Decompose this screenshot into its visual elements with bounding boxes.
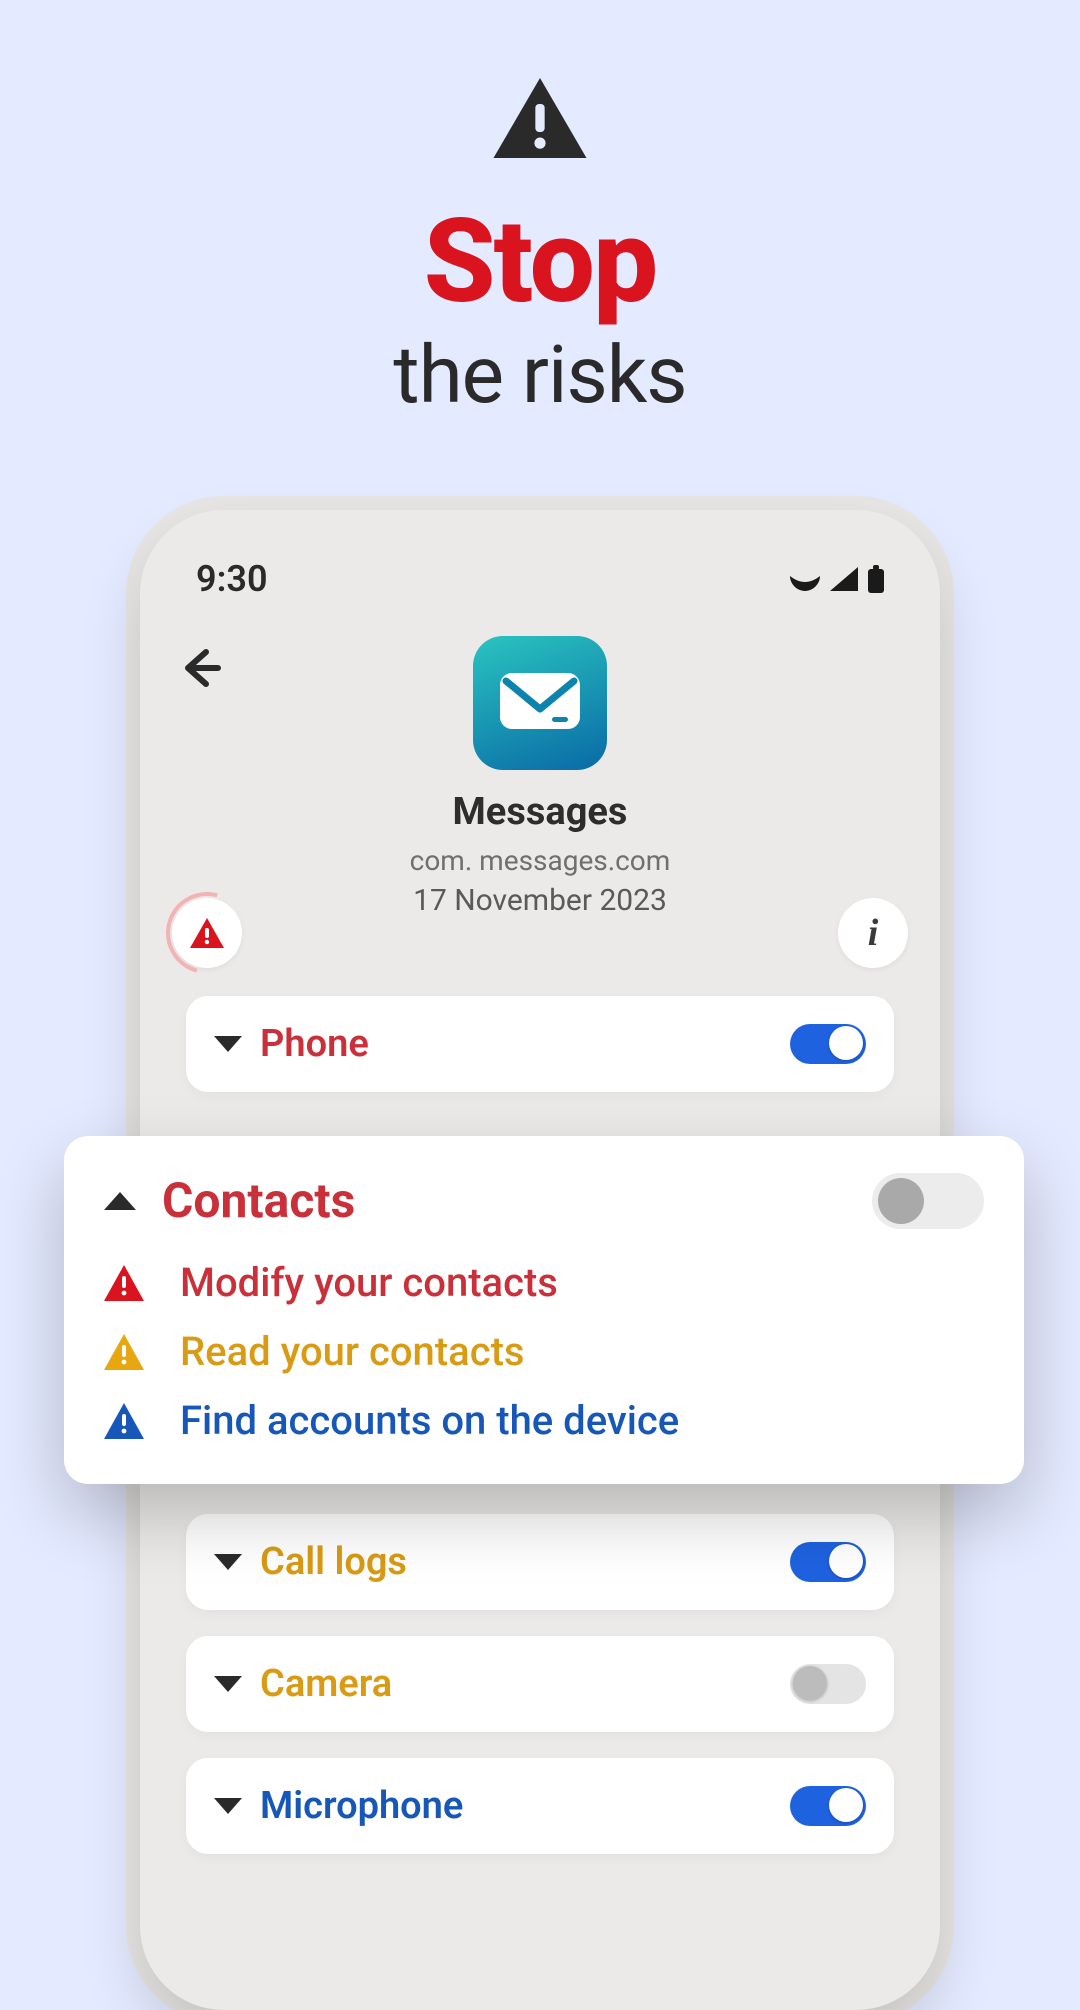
app-date: 17 November 2023 <box>244 883 836 918</box>
status-icons <box>790 565 884 593</box>
permission-detail-item: Read your contacts <box>104 1328 984 1375</box>
permission-row-microphone[interactable]: Microphone <box>186 1758 894 1854</box>
permission-label: Camera <box>260 1662 772 1706</box>
risk-badge[interactable] <box>172 898 242 968</box>
info-icon <box>104 1403 144 1439</box>
permission-label: Call logs <box>260 1540 772 1584</box>
warning-icon <box>104 1334 144 1370</box>
permission-row-camera[interactable]: Camera <box>186 1636 894 1732</box>
info-icon: i <box>868 911 879 955</box>
permission-label: Microphone <box>260 1784 772 1828</box>
status-bar: 9:30 <box>140 530 940 600</box>
chevron-up-icon[interactable] <box>104 1192 136 1210</box>
permission-label: Phone <box>260 1022 772 1066</box>
hero-title: Stop <box>0 204 1080 320</box>
permission-row-phone[interactable]: Phone <box>186 996 894 1092</box>
app-package: com. messages.com <box>244 844 836 877</box>
chevron-down-icon <box>214 1036 242 1052</box>
toggle-phone[interactable] <box>790 1024 866 1064</box>
hero-subtitle: the risks <box>0 328 1080 422</box>
danger-icon <box>104 1265 144 1301</box>
chevron-down-icon <box>214 1676 242 1692</box>
toggle-camera[interactable] <box>790 1664 866 1704</box>
status-time: 9:30 <box>196 558 268 600</box>
permission-row-contacts-expanded: Contacts Modify your contacts Read your … <box>64 1136 1024 1484</box>
permission-detail-label: Modify your contacts <box>180 1259 558 1306</box>
info-button[interactable]: i <box>838 898 908 968</box>
chevron-down-icon <box>214 1798 242 1814</box>
toggle-microphone[interactable] <box>790 1786 866 1826</box>
permission-detail-item: Find accounts on the device <box>104 1397 984 1444</box>
toggle-calllogs[interactable] <box>790 1542 866 1582</box>
back-button[interactable] <box>168 636 232 700</box>
permission-label: Contacts <box>162 1172 846 1229</box>
app-name: Messages <box>244 790 836 834</box>
permission-row-calllogs[interactable]: Call logs <box>186 1514 894 1610</box>
chevron-down-icon <box>214 1554 242 1570</box>
toggle-contacts[interactable] <box>872 1173 984 1229</box>
permission-detail-label: Find accounts on the device <box>180 1397 679 1444</box>
permission-detail-label: Read your contacts <box>180 1328 524 1375</box>
permission-detail-item: Modify your contacts <box>104 1259 984 1306</box>
app-icon <box>473 636 607 770</box>
warning-icon <box>0 78 1080 162</box>
